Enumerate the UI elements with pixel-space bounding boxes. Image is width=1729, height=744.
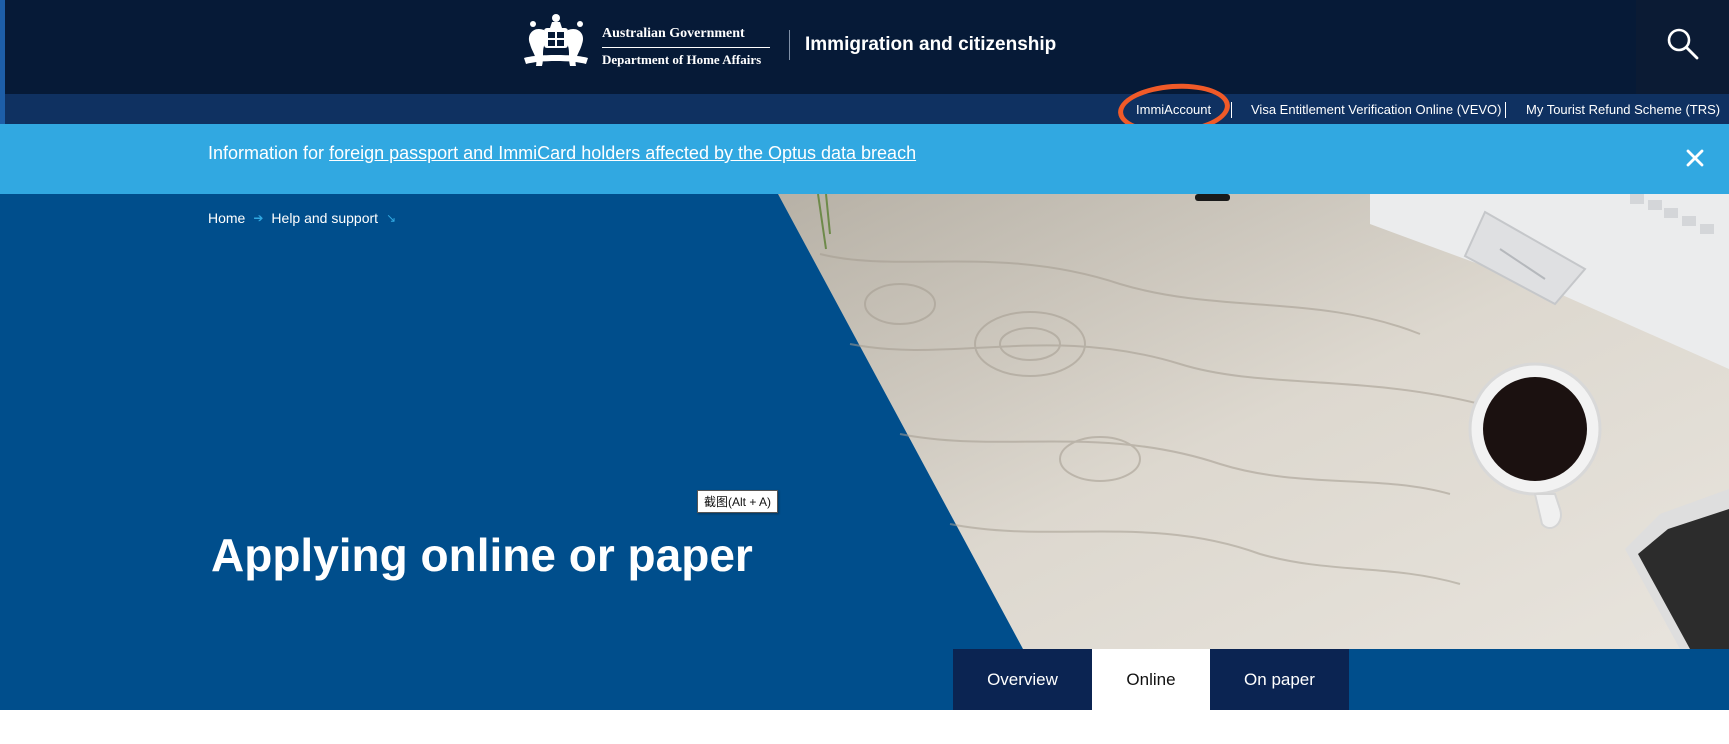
page-title: Applying online or paper xyxy=(211,529,753,581)
logo-rule xyxy=(602,47,770,48)
logo-line-2: Department of Home Affairs xyxy=(602,52,762,67)
site-title[interactable]: Immigration and citizenship xyxy=(805,34,1056,56)
search-button[interactable] xyxy=(1636,0,1729,94)
header-divider xyxy=(789,30,790,60)
breadcrumb-home[interactable]: Home xyxy=(208,210,245,226)
logo-line-1: Australian Government xyxy=(602,26,745,41)
utility-link-trs[interactable]: My Tourist Refund Scheme (TRS) xyxy=(1526,102,1720,117)
close-icon[interactable] xyxy=(1683,146,1707,170)
alert-prefix: Information for xyxy=(208,143,325,163)
arrow-right-icon: ➔ xyxy=(253,211,264,225)
tab-on-paper[interactable]: On paper xyxy=(1210,649,1349,710)
arrow-down-right-icon[interactable]: ↘ xyxy=(386,211,396,225)
site-header: Australian Government Department of Home… xyxy=(0,0,1729,124)
tab-online[interactable]: Online xyxy=(1092,649,1210,710)
hero-banner: Home ➔ Help and support ↘ 截图(Alt + A) Ap… xyxy=(0,194,1729,710)
screenshot-tooltip: 截图(Alt + A) xyxy=(697,490,779,513)
alert-link[interactable]: foreign passport and ImmiCard holders af… xyxy=(329,143,916,163)
tab-overview[interactable]: Overview xyxy=(953,649,1092,710)
utility-link-vevo[interactable]: Visa Entitlement Verification Online (VE… xyxy=(1251,102,1502,117)
utility-separator xyxy=(1505,102,1506,118)
breadcrumb-help-support[interactable]: Help and support xyxy=(271,210,378,226)
tab-bar: Overview Online On paper xyxy=(953,649,1349,710)
search-icon xyxy=(1667,28,1699,60)
utility-separator xyxy=(1231,102,1232,118)
utility-nav: ImmiAccount Visa Entitlement Verificatio… xyxy=(5,94,1729,124)
alert-text: Information for foreign passport and Imm… xyxy=(208,143,916,164)
alert-banner: Information for foreign passport and Imm… xyxy=(0,124,1729,194)
breadcrumb: Home ➔ Help and support ↘ xyxy=(208,210,396,226)
